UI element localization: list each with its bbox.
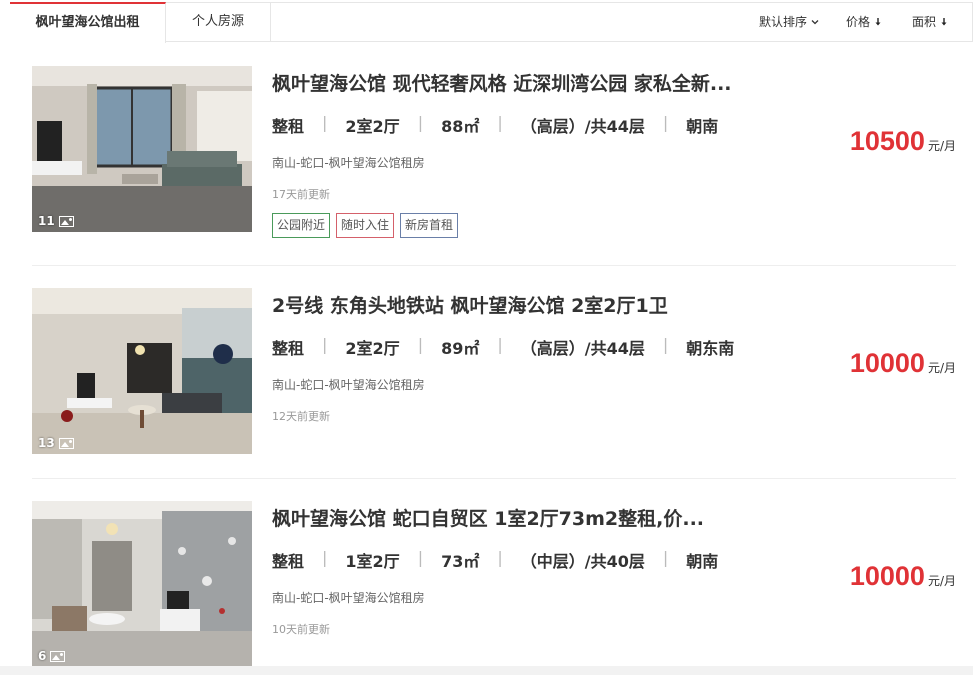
- price-value: 10000: [849, 348, 925, 378]
- rent-type: 整租: [272, 117, 305, 136]
- room-layout: 2室2厅: [345, 117, 400, 136]
- bottom-scroll-area: [0, 666, 973, 675]
- floor-level: （高层）/共44层: [520, 339, 645, 358]
- listing-attributes: 整租 | 2室2厅 | 89㎡ | （高层）/共44层 | 朝东南: [272, 335, 735, 358]
- arrow-down-icon: [875, 18, 881, 26]
- listing-photo[interactable]: 11: [32, 66, 252, 232]
- listing-title[interactable]: 2号线 东角头地铁站 枫叶望海公馆 2室2厅1卫: [272, 291, 772, 318]
- sort-area-label: 面积: [912, 15, 937, 29]
- update-time: 10天前更新: [272, 623, 330, 636]
- update-time: 12天前更新: [272, 410, 330, 423]
- orientation: 朝东南: [686, 339, 735, 358]
- sort-price-button[interactable]: 价格: [846, 3, 883, 41]
- sort-price-label: 价格: [846, 15, 871, 29]
- tag-badge: 新房首租: [400, 213, 459, 238]
- listing-address[interactable]: 南山-蛇口-枫叶望海公馆租房: [272, 376, 425, 393]
- listing-title[interactable]: 枫叶望海公馆 蛇口自贸区 1室2厅73m2整租,价...: [272, 504, 772, 531]
- price-unit: 元/月: [927, 139, 956, 153]
- orientation: 朝南: [686, 552, 719, 571]
- photo-count: 6: [38, 649, 66, 663]
- image-icon: [58, 215, 74, 227]
- tag-badge: 随时入住: [336, 213, 395, 238]
- orientation: 朝南: [686, 117, 719, 136]
- chevron-down-icon: [811, 20, 819, 25]
- floor-area: 89㎡: [441, 339, 480, 358]
- sort-default-label: 默认排序: [759, 15, 808, 29]
- listing-address[interactable]: 南山-蛇口-枫叶望海公馆租房: [272, 154, 425, 171]
- floor-area: 88㎡: [441, 117, 480, 136]
- price-unit: 元/月: [927, 574, 956, 588]
- room-layout: 2室2厅: [345, 339, 400, 358]
- listing-title[interactable]: 枫叶望海公馆 现代轻奢风格 近深圳湾公园 家私全新...: [272, 69, 772, 96]
- listing-photo[interactable]: 13: [32, 288, 252, 454]
- tag-badge: 公园附近: [272, 213, 331, 238]
- photo-count: 13: [38, 436, 74, 450]
- divider: [32, 478, 956, 479]
- listing-price: 10000 元/月: [850, 561, 956, 592]
- listing-price: 10000 元/月: [850, 348, 956, 379]
- divider: [32, 265, 956, 266]
- update-time: 17天前更新: [272, 188, 330, 201]
- listing-photo[interactable]: 6: [32, 501, 252, 667]
- tag-list: 公园附近 随时入住 新房首租: [272, 213, 459, 238]
- listing-price: 10500 元/月: [850, 126, 956, 157]
- image-icon: [58, 437, 74, 449]
- photo-count: 11: [38, 214, 74, 228]
- tab-rentals[interactable]: 枫叶望海公馆出租: [10, 2, 166, 43]
- photo-count-value: 11: [38, 214, 55, 228]
- image-icon: [50, 650, 66, 662]
- page: 枫叶望海公馆出租 个人房源 默认排序 价格 面积 11 枫叶望海公馆 现代轻奢风…: [0, 0, 973, 675]
- rent-type: 整租: [272, 552, 305, 571]
- floor-level: （中层）/共40层: [520, 552, 645, 571]
- listing-address[interactable]: 南山-蛇口-枫叶望海公馆租房: [272, 589, 425, 606]
- tab-personal-listings[interactable]: 个人房源: [166, 2, 271, 42]
- price-value: 10000: [849, 561, 925, 591]
- listing-attributes: 整租 | 2室2厅 | 88㎡ | （高层）/共44层 | 朝南: [272, 113, 719, 136]
- listing-attributes: 整租 | 1室2厅 | 73㎡ | （中层）/共40层 | 朝南: [272, 548, 719, 571]
- floor-area: 73㎡: [441, 552, 480, 571]
- tab-bar: 枫叶望海公馆出租 个人房源 默认排序 价格 面积: [10, 2, 973, 43]
- arrow-down-icon: [941, 18, 947, 26]
- rent-type: 整租: [272, 339, 305, 358]
- sort-area-button[interactable]: 面积: [912, 3, 949, 41]
- room-layout: 1室2厅: [345, 552, 400, 571]
- photo-count-value: 6: [38, 649, 47, 663]
- price-value: 10500: [849, 126, 925, 156]
- photo-count-value: 13: [38, 436, 55, 450]
- floor-level: （高层）/共44层: [520, 117, 645, 136]
- price-unit: 元/月: [927, 361, 956, 375]
- sort-default-button[interactable]: 默认排序: [759, 3, 820, 41]
